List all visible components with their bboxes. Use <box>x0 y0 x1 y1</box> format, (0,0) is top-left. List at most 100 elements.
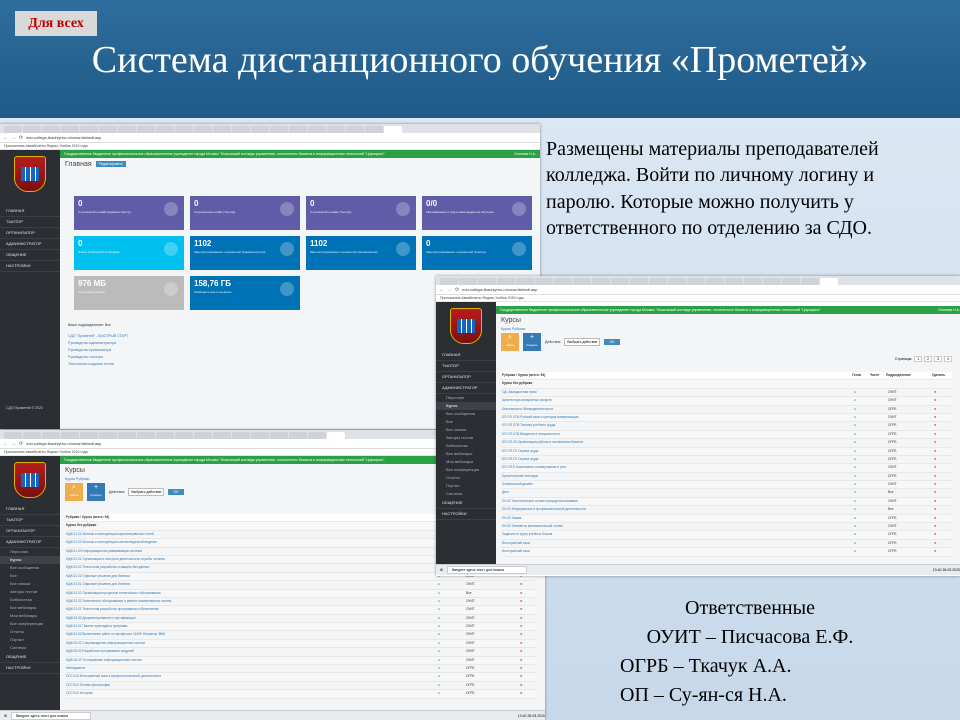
submenu-item[interactable]: Все <box>0 572 60 580</box>
guide-link[interactable]: Руководство администратора <box>68 340 128 347</box>
submenu-item[interactable]: Все сообщения <box>436 410 496 418</box>
table-row[interactable]: МДК.05.02 Разработка программных модулей… <box>66 648 536 657</box>
col-dept[interactable]: Подразделение <box>886 372 911 379</box>
stat-card[interactable]: 0 Зарегистрированных слушателей (Тьютор) <box>422 236 532 270</box>
submenu-item[interactable]: Все сообщения <box>0 564 60 572</box>
menu-item[interactable]: ОРГАНИЗАТОР <box>0 526 60 537</box>
course-link[interactable]: БП.ОП.09 Организация работы в гостинично… <box>502 440 583 444</box>
table-row[interactable]: БП.ОП.СП6 Введение в специальность ● ОГРБ ✖ <box>502 430 952 440</box>
delete-icon[interactable]: ✖ <box>934 414 937 421</box>
reload-icon[interactable]: ⟳ <box>19 441 23 447</box>
create-button[interactable]: Создать <box>523 326 541 351</box>
page-button[interactable]: 1 <box>914 356 923 362</box>
back-icon[interactable]: ← <box>439 287 444 293</box>
course-link[interactable]: ОГСЭ.01 Основы философии <box>66 683 110 687</box>
course-link[interactable]: Безопасность Жизнедеятельности <box>502 407 553 411</box>
delete-icon[interactable]: ✖ <box>520 631 523 638</box>
course-link[interactable]: МДК.01.02 Монтаж и эксплуатация систем в… <box>66 540 157 544</box>
menu-item[interactable]: ТЬЮТОР <box>436 361 496 372</box>
back-icon[interactable]: ← <box>3 441 8 447</box>
menu-item[interactable]: ОБЩЕНИЕ <box>436 498 496 509</box>
delete-icon[interactable]: ✖ <box>520 690 523 697</box>
table-row[interactable]: БП.ОП.Б Бизнесмены планирования и учет ● О… <box>502 464 952 473</box>
delete-icon[interactable]: ✖ <box>520 665 523 672</box>
delete-icon[interactable]: ✖ <box>934 473 937 480</box>
course-link[interactable]: БП.ОП.Б Бизнесмены планирования и учет <box>502 465 566 469</box>
submenu-item[interactable]: Отчеты <box>436 474 496 482</box>
course-link[interactable]: Графический дизайн <box>502 482 533 486</box>
course-link[interactable]: МДК.04.01 Пакеты прикладных программ <box>66 624 127 628</box>
delete-icon[interactable]: ✖ <box>520 590 523 597</box>
ok-button[interactable]: OK <box>604 339 620 345</box>
delete-icon[interactable]: ✖ <box>520 673 523 680</box>
table-row[interactable]: МДК.03.01 Технология разработки программ… <box>66 606 536 615</box>
table-row[interactable]: ОД. Авиационная пром ● ОУИТ ✖ <box>502 389 952 398</box>
taskbar-search[interactable]: Введите здесь текст для поиска <box>446 566 527 574</box>
edit-button[interactable]: Редактировать <box>95 161 126 168</box>
table-row[interactable]: ЕН.02 Экологические основы природопользо… <box>502 497 952 507</box>
course-link[interactable]: БП.ОП.СП5 Техника учебного труда <box>502 423 555 427</box>
delete-icon[interactable]: ✖ <box>934 448 937 455</box>
stat-card[interactable]: 0/0 Квалификация и подготовка кадров на о… <box>422 196 532 230</box>
delete-icon[interactable]: ✖ <box>934 548 937 555</box>
menu-item[interactable]: ГЛАВНАЯ <box>0 206 60 217</box>
course-link[interactable]: МДК.03.02 Организация процессов техничес… <box>66 591 160 595</box>
table-row[interactable]: Иностранный язык ● ОГРБ ✖ <box>502 540 952 549</box>
taskbar-search[interactable]: Введите здесь текст для поиска <box>10 712 91 720</box>
table-row[interactable]: МДК.06.02 Тестирование информационных си… <box>66 656 536 666</box>
url-text[interactable]: edu.college-tkachiyrnu.ru/cmsr/default.a… <box>26 441 101 446</box>
submenu-item[interactable]: Портал <box>0 636 60 644</box>
course-link[interactable]: Иностранный язык <box>502 541 530 545</box>
menu-item[interactable]: АДМИНИСТРАТОР <box>0 239 60 250</box>
submenu-item[interactable]: Авторы тестов <box>436 434 496 442</box>
table-row[interactable]: МДК.03.03 Техническое обслуживание и рем… <box>66 598 536 607</box>
delete-icon[interactable]: ✖ <box>934 540 937 547</box>
submenu-item[interactable]: Все списки <box>0 580 60 588</box>
menu-item[interactable]: ГЛАВНАЯ <box>0 504 60 515</box>
col-private[interactable]: Частн <box>870 372 879 379</box>
delete-icon[interactable]: ✖ <box>934 531 937 538</box>
submenu-item[interactable]: Система <box>436 490 496 498</box>
table-row[interactable]: Графический дизайн ● ОУИТ ✖ <box>502 481 952 490</box>
course-link[interactable]: МДК.01.03 Информационно-развивающая сист… <box>66 549 142 553</box>
table-row[interactable]: МДК.04.01 Пакеты прикладных программ ● ОУИ… <box>66 623 536 632</box>
windows-start-icon[interactable]: ⊞ <box>440 568 443 572</box>
delete-icon[interactable]: ✖ <box>934 422 937 429</box>
course-link[interactable]: МДК.01.01 Монтаж и эксплуатация мультисе… <box>66 532 154 536</box>
delete-icon[interactable]: ✖ <box>934 523 937 530</box>
table-row[interactable]: Иностранный язык ● ОГРБ ✖ <box>502 548 952 557</box>
course-link[interactable]: БП.ОП.ТО Охрана труда <box>502 449 538 453</box>
table-row[interactable]: ЕН.02 Элементы математической логики ● ОУИ… <box>502 523 952 532</box>
course-link[interactable]: МДК.02.01 Организация и контроль деятель… <box>66 557 165 561</box>
course-link[interactable]: ОГСЭ.02 История <box>66 691 92 695</box>
course-link[interactable]: МДК.03.03 Техническое обслуживание и рем… <box>66 599 171 603</box>
bookmarks-bar[interactable]: Приложения Авиабилеты Яндекс Учебка 2019… <box>0 143 540 150</box>
submenu-item[interactable]: Авторы тестов <box>0 588 60 596</box>
bookmarks-bar[interactable]: Приложения Авиабилеты Яндекс Учебка 2019… <box>436 295 960 302</box>
delete-icon[interactable]: ✖ <box>934 456 937 463</box>
submenu-item[interactable]: Курсы <box>436 402 496 410</box>
page-button[interactable]: 4 <box>944 356 952 362</box>
table-row[interactable]: Дизт ● Все ✖ <box>502 489 952 498</box>
table-row[interactable]: Архитектура аппаратных средств ● ОУИТ ✖ <box>502 397 952 406</box>
table-row[interactable]: ОГСЭ.03 Иностранный язык в профессиональ… <box>66 673 536 682</box>
forward-icon[interactable]: → <box>11 135 16 141</box>
submenu-item[interactable]: Персонал <box>436 394 496 402</box>
submenu-item[interactable]: Курсы <box>0 556 60 564</box>
stat-card[interactable]: 0 Слушателей онлайн (Администратор) <box>74 196 184 230</box>
course-link[interactable]: МДК.03.01 Офисные решения для бизнеса <box>66 582 130 586</box>
url-text[interactable]: edu.college-tkachiyrnu.ru/cmsr/default.a… <box>462 287 537 292</box>
table-row[interactable]: МДК.03.03 Документирование и сертификаци… <box>66 615 536 624</box>
menu-item[interactable]: ОРГАНИЗАТОР <box>0 228 60 239</box>
user-name[interactable]: Осипова Н.А. <box>514 150 536 158</box>
submenu-item[interactable]: Все списки <box>436 426 496 434</box>
menu-item[interactable]: АДМИНИСТРАТОР <box>436 383 496 394</box>
course-link[interactable]: ОД. Авиационная пром <box>502 390 536 394</box>
menu-item[interactable]: НАСТРОЙКИ <box>0 663 60 674</box>
create-button[interactable]: Создать <box>87 476 105 501</box>
submenu-item[interactable]: Мои вебинары <box>0 612 60 620</box>
submenu-item[interactable]: Все конференции <box>0 620 60 628</box>
forward-icon[interactable]: → <box>447 287 452 293</box>
delete-icon[interactable]: ✖ <box>934 389 937 396</box>
table-row[interactable]: МДК.05.02 Сопровождение информационных с… <box>66 639 536 649</box>
